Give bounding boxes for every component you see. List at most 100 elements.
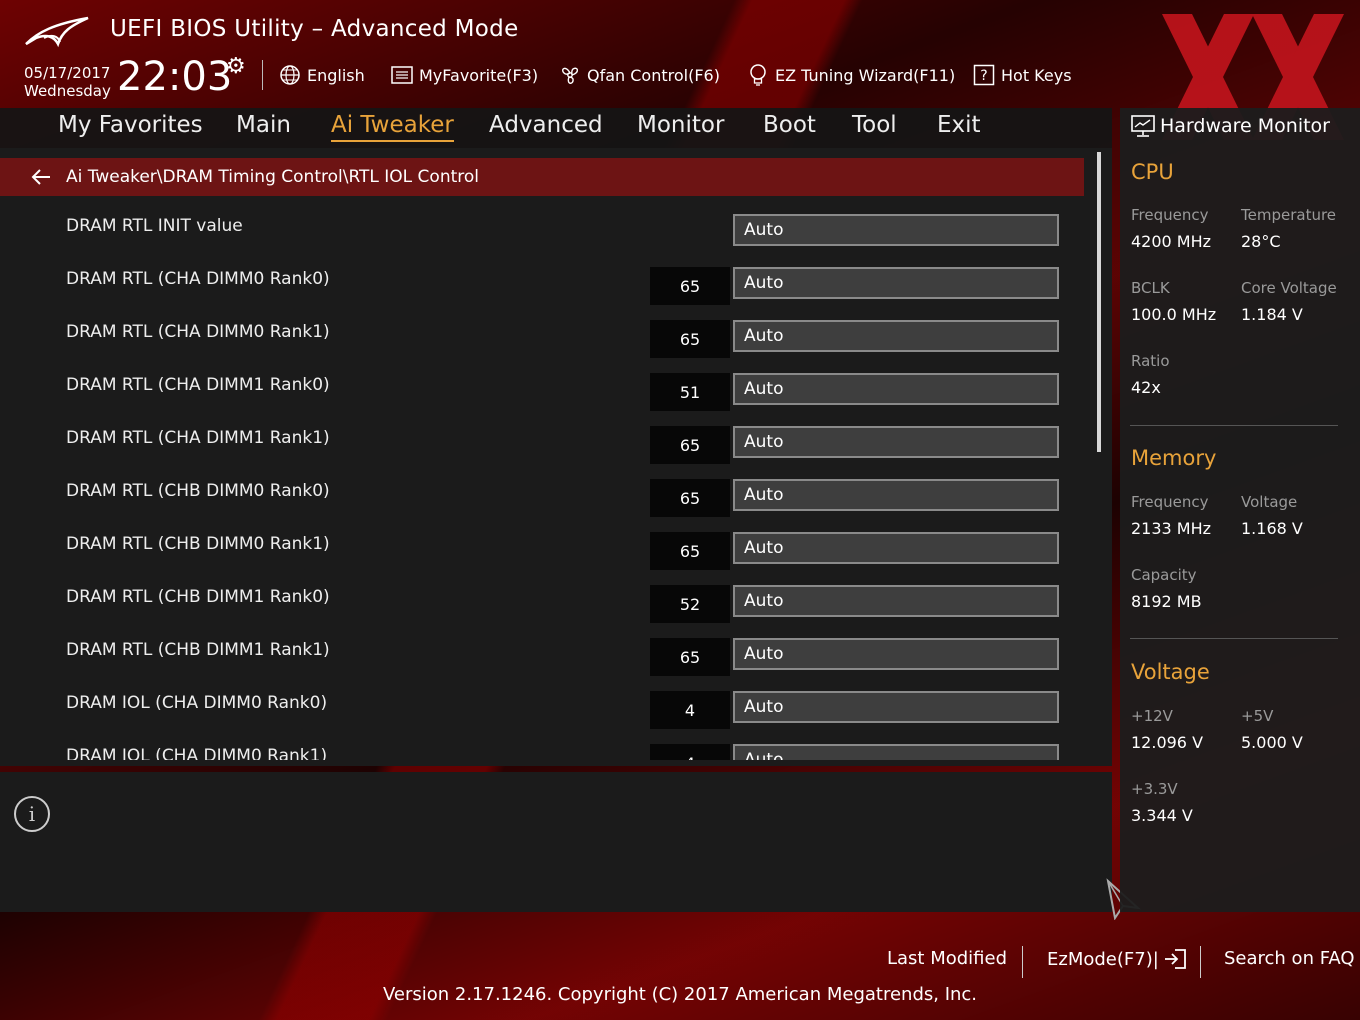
- hardware-monitor-label: Hardware Monitor: [1160, 115, 1330, 137]
- setting-current-value: 4: [650, 744, 730, 760]
- tab-tool[interactable]: Tool: [852, 112, 897, 138]
- cpu-frequency-label: Frequency: [1131, 206, 1209, 224]
- cpu-temperature-value: 28°C: [1241, 232, 1281, 251]
- memory-frequency-label: Frequency: [1131, 493, 1209, 511]
- setting-value-select[interactable]: Auto: [733, 744, 1059, 760]
- date-text: 05/17/2017: [24, 64, 111, 82]
- tab-main[interactable]: Main: [236, 112, 291, 138]
- date-block: 05/17/2017 Wednesday: [24, 64, 111, 100]
- tab-advanced[interactable]: Advanced: [489, 112, 603, 138]
- favorite-list-icon: [390, 63, 414, 87]
- language-label: English: [307, 65, 365, 85]
- lightbulb-icon: [746, 63, 770, 87]
- language-button[interactable]: English: [278, 62, 365, 88]
- v33-value: 3.344 V: [1131, 806, 1193, 825]
- setting-value-select[interactable]: Auto: [733, 426, 1059, 458]
- setting-row[interactable]: DRAM RTL (CHA DIMM0 Rank0) 65 Auto: [0, 259, 1084, 312]
- setting-row[interactable]: DRAM RTL (CHB DIMM1 Rank1) 65 Auto: [0, 630, 1084, 683]
- qfan-control-label: Qfan Control(F6): [587, 65, 720, 85]
- setting-value-select[interactable]: Auto: [733, 691, 1059, 723]
- setting-row[interactable]: DRAM RTL (CHB DIMM1 Rank0) 52 Auto: [0, 577, 1084, 630]
- setting-row[interactable]: DRAM RTL (CHA DIMM1 Rank1) 65 Auto: [0, 418, 1084, 471]
- myfavorite-button[interactable]: MyFavorite(F3): [390, 62, 538, 88]
- tab-my-favorites[interactable]: My Favorites: [58, 112, 203, 138]
- setting-value-select[interactable]: Auto: [733, 267, 1059, 299]
- setting-value-select[interactable]: Auto: [733, 479, 1059, 511]
- setting-label: DRAM RTL INIT value: [66, 216, 243, 236]
- cpu-temperature-label: Temperature: [1241, 206, 1337, 224]
- tab-ai-tweaker[interactable]: Ai Tweaker: [331, 112, 454, 142]
- setting-value-select[interactable]: Auto: [733, 214, 1059, 246]
- ez-tuning-wizard-button[interactable]: EZ Tuning Wizard(F11): [746, 62, 955, 88]
- setting-current-value: 65: [650, 267, 730, 305]
- clock-time: 22:03: [117, 54, 233, 100]
- back-arrow-icon[interactable]: [30, 167, 56, 187]
- breadcrumb-path: Ai Tweaker\DRAM Timing Control\RTL IOL C…: [66, 167, 480, 187]
- v33-label: +3.3V: [1131, 780, 1178, 798]
- breadcrumb[interactable]: Ai Tweaker\DRAM Timing Control\RTL IOL C…: [0, 158, 1084, 196]
- setting-current-value: 65: [650, 532, 730, 570]
- search-faq-button[interactable]: Search on FAQ: [1224, 948, 1355, 969]
- fan-icon: [558, 63, 582, 87]
- setting-row[interactable]: DRAM RTL (CHA DIMM1 Rank0) 51 Auto: [0, 365, 1084, 418]
- setting-value-select[interactable]: Auto: [733, 373, 1059, 405]
- hw-divider: [1130, 638, 1338, 639]
- setting-label: DRAM RTL (CHA DIMM0 Rank0): [66, 269, 330, 289]
- bclk-value: 100.0 MHz: [1131, 305, 1217, 324]
- capacity-value: 8192 MB: [1131, 592, 1202, 611]
- scrollbar[interactable]: [1097, 152, 1101, 452]
- setting-label: DRAM IOL (CHA DIMM0 Rank0): [66, 693, 328, 713]
- question-box-icon: ?: [972, 63, 996, 87]
- core-voltage-label: Core Voltage: [1241, 279, 1337, 297]
- rog-logo-icon: [25, 16, 89, 48]
- memory-heading: Memory: [1131, 446, 1217, 470]
- setting-value-select[interactable]: Auto: [733, 532, 1059, 564]
- gear-icon[interactable]: ⚙: [226, 54, 246, 79]
- ezmode-button[interactable]: EzMode(F7)|: [1047, 948, 1187, 970]
- settings-list: DRAM RTL INIT value Auto DRAM RTL (CHA D…: [0, 206, 1084, 760]
- setting-label: DRAM RTL (CHA DIMM1 Rank0): [66, 375, 330, 395]
- setting-value-select[interactable]: Auto: [733, 638, 1059, 670]
- v5-value: 5.000 V: [1241, 733, 1303, 752]
- voltage-heading: Voltage: [1131, 660, 1210, 684]
- setting-current-value: 65: [650, 320, 730, 358]
- setting-value-select[interactable]: Auto: [733, 585, 1059, 617]
- tab-monitor[interactable]: Monitor: [637, 112, 724, 138]
- capacity-label: Capacity: [1131, 566, 1197, 584]
- day-text: Wednesday: [24, 82, 111, 100]
- setting-row[interactable]: DRAM IOL (CHA DIMM0 Rank0) 4 Auto: [0, 683, 1084, 736]
- setting-label: DRAM RTL (CHB DIMM1 Rank1): [66, 640, 330, 660]
- setting-current-value: 65: [650, 426, 730, 464]
- setting-current-value: 65: [650, 638, 730, 676]
- memory-voltage-value: 1.168 V: [1241, 519, 1303, 538]
- ratio-label: Ratio: [1131, 352, 1170, 370]
- setting-value-select[interactable]: Auto: [733, 320, 1059, 352]
- core-voltage-value: 1.184 V: [1241, 305, 1303, 324]
- tab-exit[interactable]: Exit: [937, 112, 981, 138]
- last-modified-button[interactable]: Last Modified: [887, 948, 1007, 969]
- settings-panel: Ai Tweaker\DRAM Timing Control\RTL IOL C…: [0, 148, 1112, 766]
- exit-arrow-icon: [1164, 949, 1186, 969]
- setting-label: DRAM RTL (CHB DIMM0 Rank1): [66, 534, 330, 554]
- tab-boot[interactable]: Boot: [763, 112, 816, 138]
- setting-label: DRAM RTL (CHB DIMM0 Rank0): [66, 481, 330, 501]
- footer-divider: [1022, 946, 1023, 978]
- header: UEFI BIOS Utility – Advanced Mode 05/17/…: [0, 0, 1360, 108]
- setting-row[interactable]: DRAM RTL (CHB DIMM0 Rank0) 65 Auto: [0, 471, 1084, 524]
- qfan-control-button[interactable]: Qfan Control(F6): [558, 62, 720, 88]
- memory-frequency-value: 2133 MHz: [1131, 519, 1212, 538]
- monitor-icon: [1131, 115, 1155, 137]
- copyright-text: Version 2.17.1246. Copyright (C) 2017 Am…: [382, 984, 978, 1005]
- setting-row[interactable]: DRAM RTL (CHB DIMM0 Rank1) 65 Auto: [0, 524, 1084, 577]
- setting-label: DRAM RTL (CHA DIMM1 Rank1): [66, 428, 330, 448]
- setting-row[interactable]: DRAM RTL INIT value Auto: [0, 206, 1084, 259]
- setting-current-value: 52: [650, 585, 730, 623]
- ezmode-label: EzMode(F7)|: [1047, 948, 1159, 970]
- setting-current-value: 4: [650, 691, 730, 729]
- setting-row[interactable]: DRAM RTL (CHA DIMM0 Rank1) 65 Auto: [0, 312, 1084, 365]
- footer-divider: [1200, 946, 1201, 978]
- v5-label: +5V: [1241, 707, 1274, 725]
- setting-row[interactable]: DRAM IOL (CHA DIMM0 Rank1) 4 Auto: [0, 736, 1084, 760]
- info-icon: i: [14, 796, 50, 832]
- hot-keys-button[interactable]: ? Hot Keys: [972, 62, 1072, 88]
